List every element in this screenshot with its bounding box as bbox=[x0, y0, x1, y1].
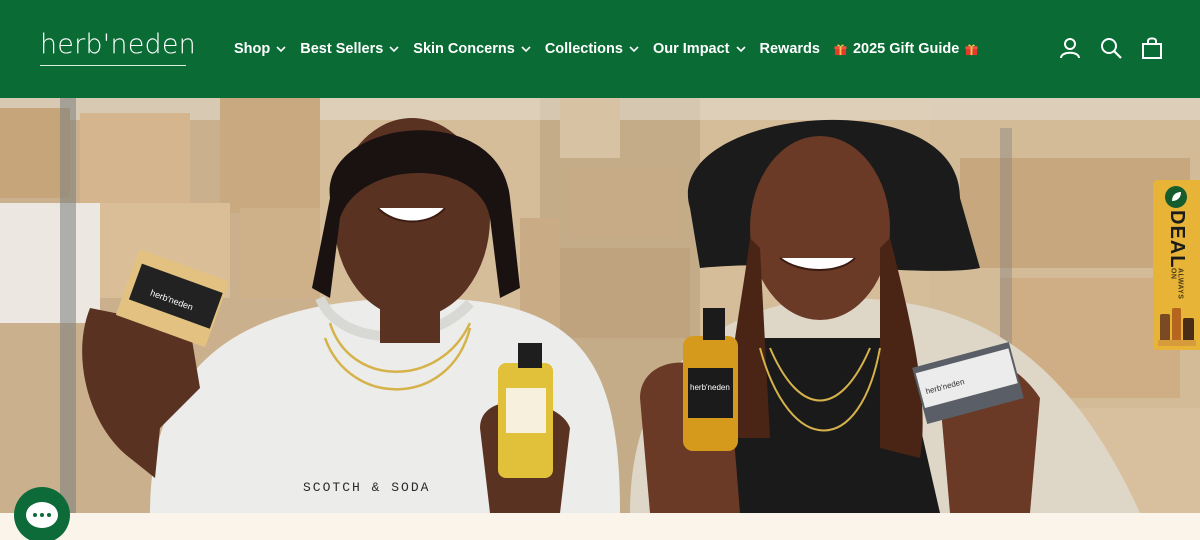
chat-button[interactable] bbox=[14, 487, 70, 540]
nav-item-label: Best Sellers bbox=[300, 41, 384, 57]
nav-item-collections[interactable]: Collections bbox=[545, 41, 639, 57]
nav-item-our-impact[interactable]: Our Impact bbox=[653, 41, 746, 57]
chevron-down-icon bbox=[521, 46, 531, 53]
nav-item-label: Collections bbox=[544, 41, 623, 57]
deal-big-text: DEAL bbox=[1166, 210, 1188, 269]
search-icon[interactable] bbox=[1099, 36, 1123, 60]
gift-icon bbox=[834, 43, 847, 55]
product-bundle-image bbox=[1158, 308, 1196, 346]
cart-icon[interactable] bbox=[1140, 36, 1164, 60]
account-icon[interactable] bbox=[1058, 36, 1082, 60]
svg-text:herb'neden: herb'neden bbox=[690, 383, 730, 392]
header-icons bbox=[1041, 36, 1164, 60]
nav-item-label: Shop bbox=[234, 41, 271, 57]
logo-text: herb'neden bbox=[40, 29, 196, 60]
nav-item-skin-concerns[interactable]: Skin Concerns bbox=[413, 41, 531, 57]
hero-photo: herb'neden herb'neden herb'neden bbox=[0, 98, 1200, 513]
hero-image[interactable]: herb'neden herb'neden herb'neden SCOTCH … bbox=[0, 98, 1200, 513]
chat-dot bbox=[33, 513, 37, 517]
nav-item-label: Skin Concerns bbox=[413, 41, 515, 57]
main-nav: Shop Best Sellers Skin Concerns Collecti… bbox=[234, 38, 992, 60]
nav-item-gift-guide[interactable]: 2025 Gift Guide bbox=[834, 41, 978, 57]
shirt-text: SCOTCH & SODA bbox=[303, 480, 431, 495]
chevron-down-icon bbox=[389, 46, 399, 53]
site-header: herb'neden Shop Best Sellers Skin Concer… bbox=[0, 0, 1200, 98]
chat-bubble-icon bbox=[26, 502, 58, 528]
nav-item-label: Rewards bbox=[759, 41, 820, 57]
nav-item-best-sellers[interactable]: Best Sellers bbox=[300, 41, 399, 57]
logo-underline bbox=[40, 65, 186, 66]
nav-item-rewards[interactable]: Rewards bbox=[760, 41, 820, 57]
nav-item-shop[interactable]: Shop bbox=[234, 41, 286, 57]
deal-small-text: ALWAYS ON bbox=[1169, 268, 1184, 300]
deal-side-tab[interactable]: DEAL ALWAYS ON bbox=[1153, 180, 1200, 350]
deal-text: DEAL ALWAYS ON bbox=[1155, 210, 1198, 300]
next-section-edge bbox=[0, 513, 1200, 540]
leaf-icon bbox=[1165, 186, 1187, 208]
chat-dot bbox=[40, 513, 44, 517]
chevron-down-icon bbox=[629, 46, 639, 53]
chevron-down-icon bbox=[735, 46, 746, 53]
nav-item-label: 2025 Gift Guide bbox=[852, 41, 960, 57]
nav-item-label: Our Impact bbox=[652, 41, 730, 57]
gift-icon bbox=[965, 43, 978, 55]
brand-logo[interactable]: herb'neden bbox=[40, 28, 196, 68]
chat-dot bbox=[47, 513, 51, 517]
chevron-down-icon bbox=[276, 46, 286, 53]
